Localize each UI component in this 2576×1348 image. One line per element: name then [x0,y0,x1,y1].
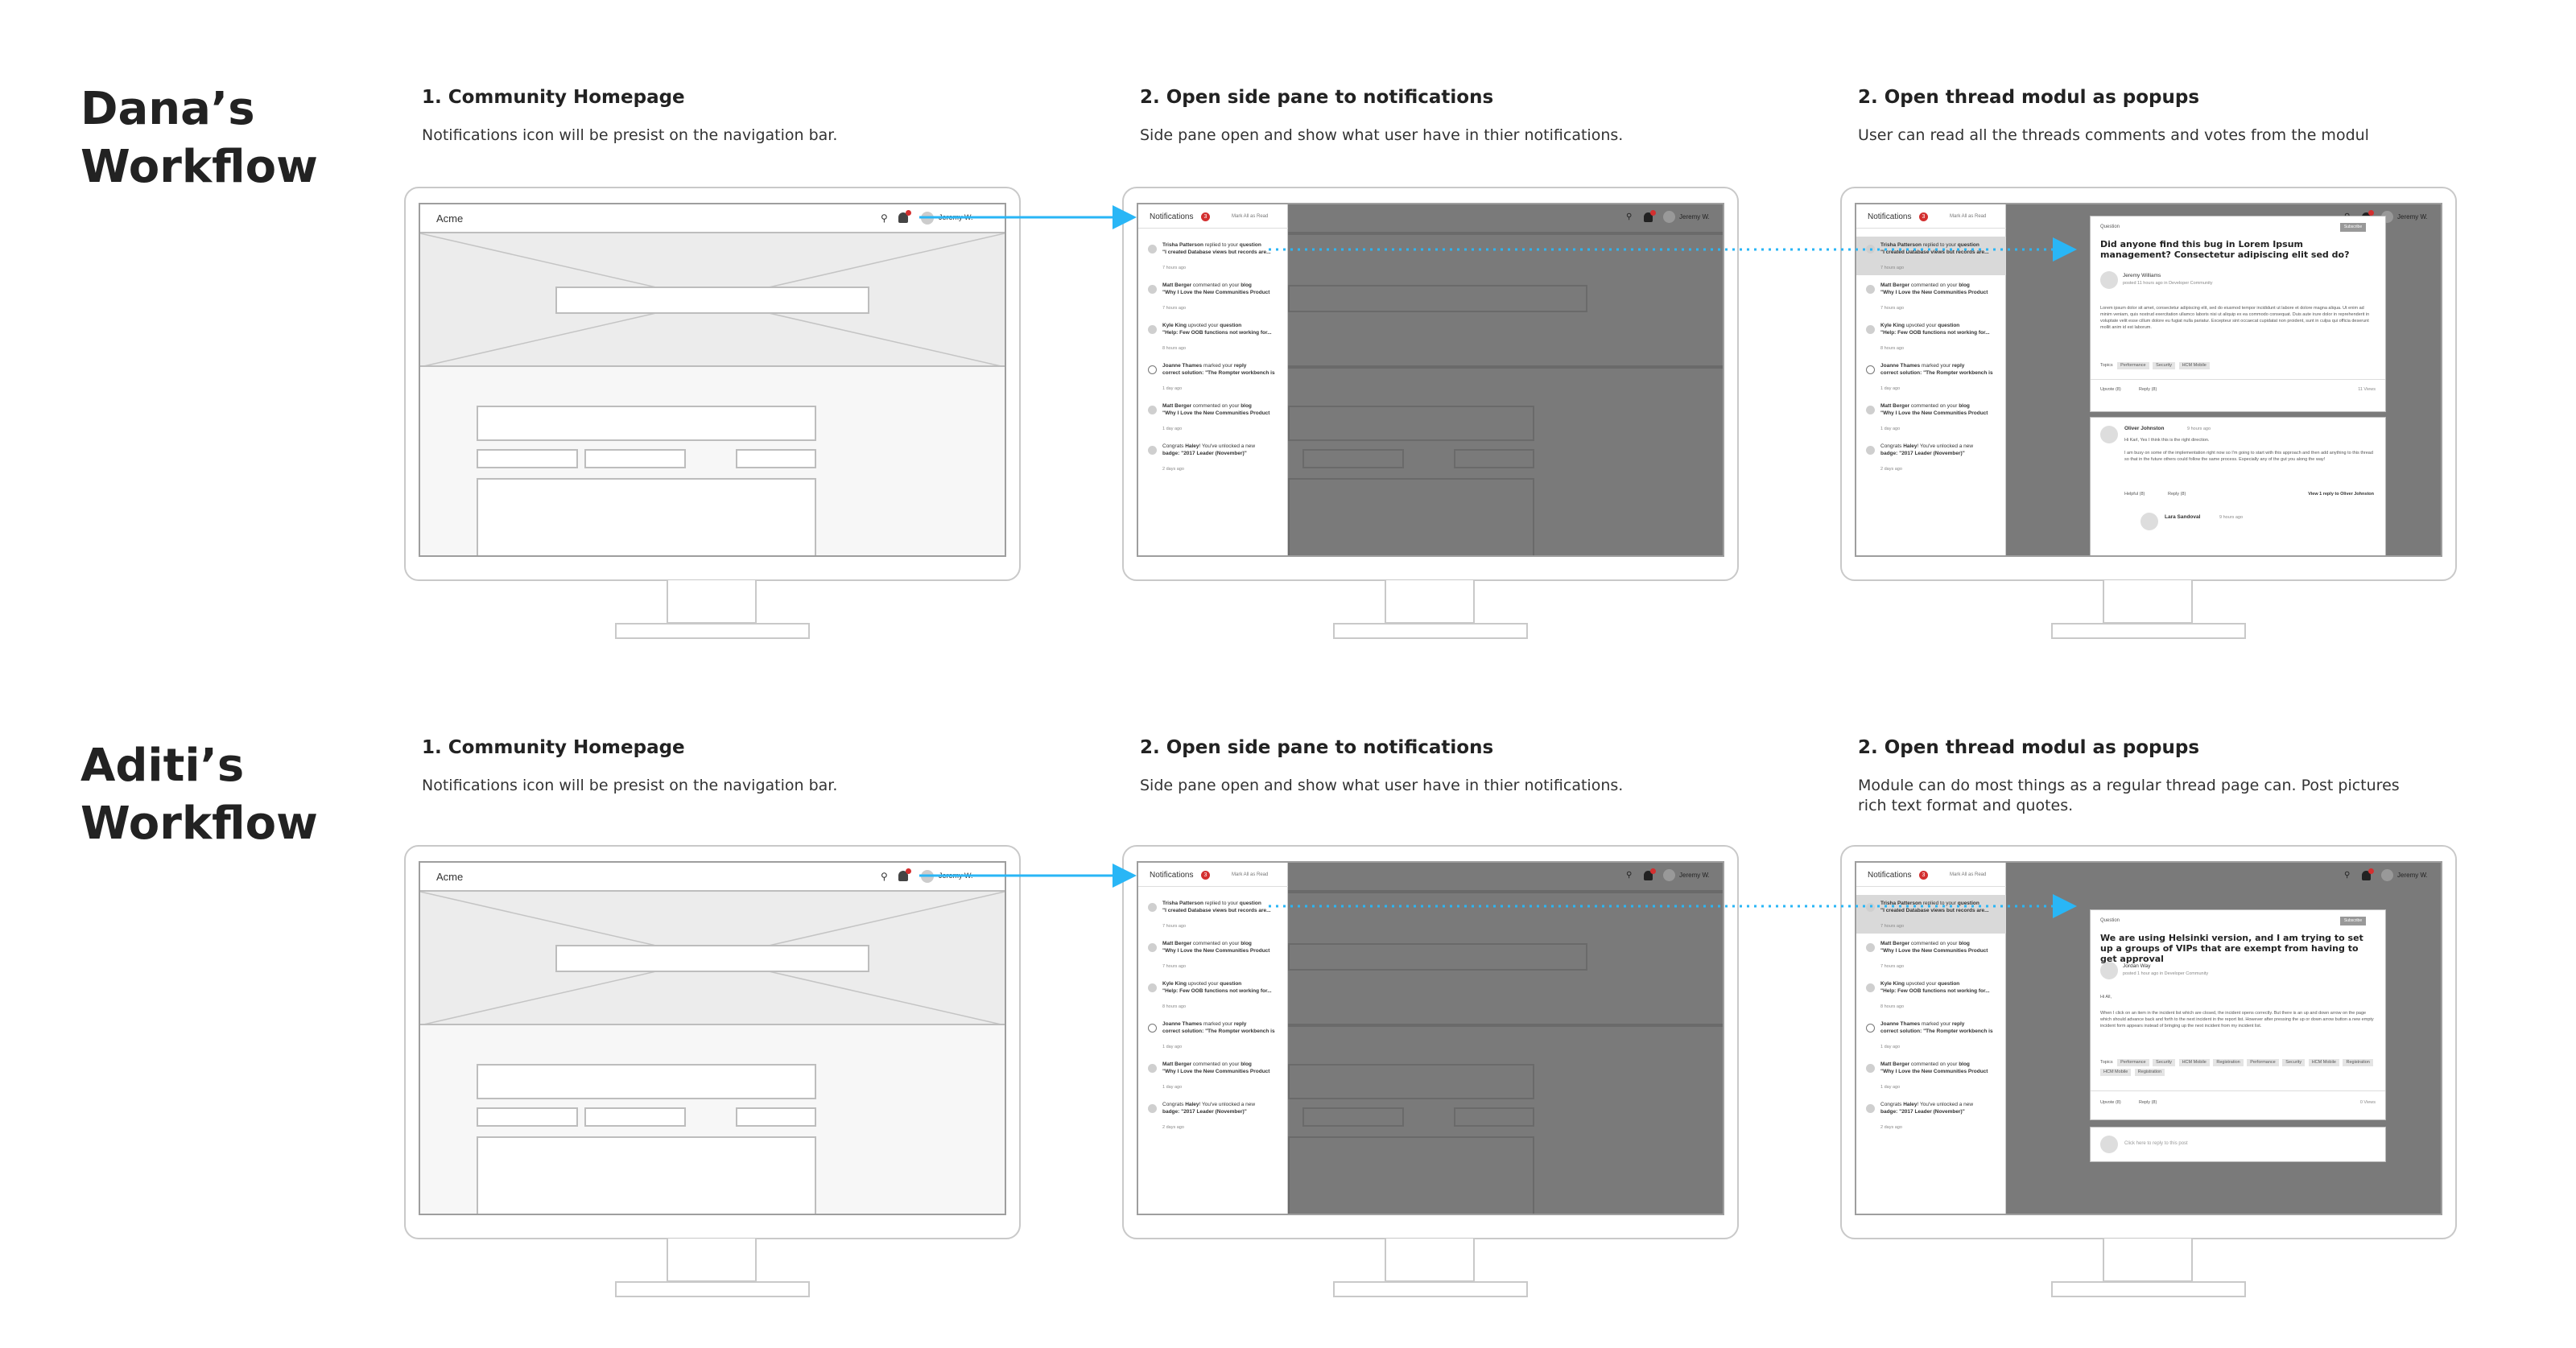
flow-connectors [919,205,2077,918]
